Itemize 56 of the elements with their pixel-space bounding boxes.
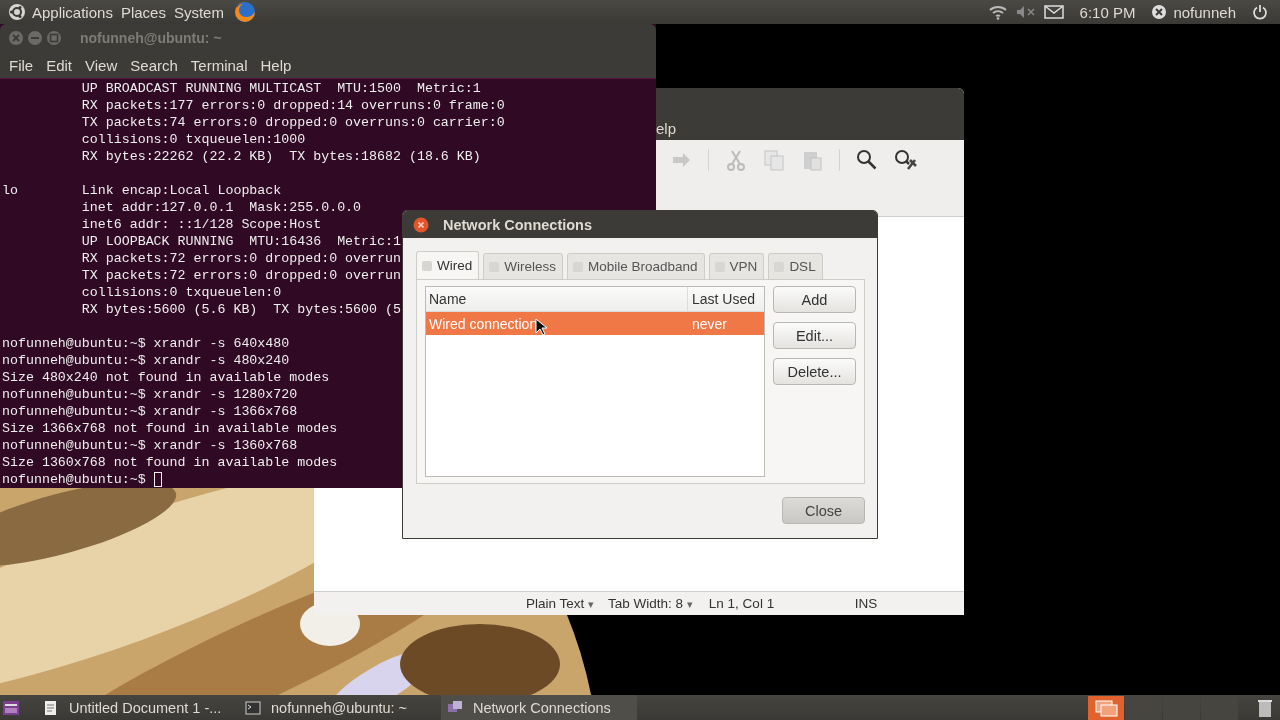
- terminal-line: nofunneh@ubuntu:~$ xrandr -s 640x480: [2, 335, 290, 352]
- close-button[interactable]: Close: [782, 497, 865, 524]
- terminal-line: nofunneh@ubuntu:~$ xrandr -s 1280x720: [2, 386, 298, 403]
- tab[interactable]: DSL: [768, 253, 823, 279]
- column-header[interactable]: Last Used: [688, 287, 764, 311]
- tab[interactable]: Wireless: [483, 253, 564, 279]
- terminal-line: TX packets:74 errors:0 dropped:0 overruns:0 carrier:0: [80, 114, 505, 131]
- menu-item[interactable]: View: [85, 56, 118, 74]
- panel-menu[interactable]: Applications: [32, 3, 113, 21]
- terminal-line: RX bytes:5600 (5.6 KB) TX bytes:5600 (5: [80, 301, 401, 318]
- panel-menu[interactable]: Places: [120, 3, 166, 21]
- terminal-line: nofunneh@ubuntu:~$ xrandr -s 1366x768: [2, 403, 298, 420]
- terminal-line: collisions:0 txqueuelen:0: [80, 284, 282, 301]
- terminal-line: lo Link encap:Local Loopback: [2, 182, 282, 199]
- column-header[interactable]: Name: [426, 287, 688, 311]
- dialog-button[interactable]: Edit...: [773, 322, 856, 349]
- cursor-position: Ln 1, Col 1: [708, 596, 776, 611]
- menu-item[interactable]: Terminal: [190, 56, 248, 74]
- window-title: Network Connections: [443, 216, 593, 233]
- terminal-line: collisions:0 txqueuelen:1000: [80, 131, 306, 148]
- terminal-line: UP BROADCAST RUNNING MULTICAST MTU:1500 Metric:1: [80, 80, 481, 97]
- taskbar-button[interactable]: Network Connections: [441, 695, 637, 720]
- panel-menu[interactable]: System: [173, 3, 224, 21]
- user-name[interactable]: nofunneh: [1173, 3, 1236, 21]
- dialog-button[interactable]: Delete...: [773, 358, 856, 385]
- dialog-button[interactable]: Add: [773, 286, 856, 313]
- taskbar-button[interactable]: nofunneh@ubuntu: ~: [239, 695, 435, 720]
- terminal-line: Size 1360x768 not found in available modes: [2, 454, 338, 471]
- terminal-line: nofunneh@ubuntu:~$ xrandr -s 480x240: [2, 352, 290, 369]
- taskbar-button[interactable]: Untitled Document 1 -...: [37, 695, 233, 720]
- tab[interactable]: Wired: [416, 251, 480, 279]
- terminal-line: RX packets:72 errors:0 dropped:0 overrun: [80, 250, 401, 267]
- menu-item[interactable]: Search: [130, 56, 178, 74]
- terminal-line: inet6 addr: ::1/128 Scope:Host: [80, 216, 322, 233]
- terminal-line: UP LOOPBACK RUNNING MTU:16436 Metric:1: [80, 233, 401, 250]
- menu-item[interactable]: elp: [656, 119, 677, 137]
- insert-mode: INS: [854, 596, 878, 611]
- terminal-line: Size 1366x768 not found in available modes: [2, 420, 338, 437]
- menu-item[interactable]: File: [9, 56, 34, 74]
- window-title: nofunneh@ubuntu: ~: [80, 30, 222, 46]
- tab-width-selector[interactable]: Tab Width: 8 ▾: [608, 596, 693, 611]
- terminal-line: inet addr:127.0.0.1 Mask:255.0.0.0: [80, 199, 362, 216]
- language-selector[interactable]: Plain Text ▾: [526, 596, 595, 611]
- menu-item[interactable]: Edit: [46, 56, 73, 74]
- tab[interactable]: VPN: [708, 253, 765, 279]
- terminal-line: RX bytes:22262 (22.2 KB) TX bytes:18682 (18.6 KB): [80, 148, 481, 165]
- tab[interactable]: Mobile Broadband: [567, 253, 705, 279]
- terminal-line: Size 480x240 not found in available modes: [2, 369, 330, 386]
- menu-item[interactable]: Help: [260, 56, 292, 74]
- table-cell: Wired connection: [429, 315, 538, 332]
- terminal-line: RX packets:177 errors:0 dropped:14 overruns:0 frame:0: [80, 97, 505, 114]
- clock[interactable]: 6:10 PM: [1079, 3, 1136, 21]
- terminal-line: nofunneh@ubuntu:~$ xrandr -s 1360x768: [2, 437, 298, 454]
- table-cell-text: never: [691, 315, 729, 332]
- terminal-line: TX packets:72 errors:0 dropped:0 overrun: [80, 267, 401, 284]
- terminal-prompt: nofunneh@ubuntu:~$: [2, 471, 146, 488]
